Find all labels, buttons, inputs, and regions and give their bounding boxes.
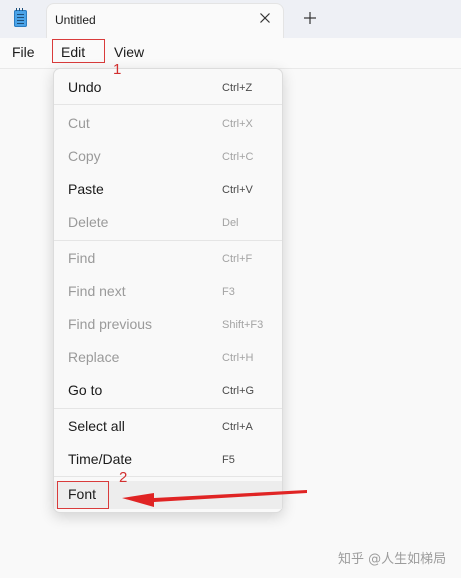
tab-strip: Untitled bbox=[0, 0, 461, 38]
menu-item-shortcut: Del bbox=[222, 217, 239, 229]
menu-item-shortcut: Ctrl+X bbox=[222, 118, 253, 130]
menu-item-label: Go to bbox=[68, 382, 103, 398]
menu-item-find-previous[interactable]: Find previous Shift+F3 bbox=[54, 311, 282, 339]
menu-separator bbox=[54, 240, 282, 241]
menu-item-delete[interactable]: Delete Del bbox=[54, 209, 282, 237]
menu-item-label: Find previous bbox=[68, 316, 153, 332]
menu-item-label: Find next bbox=[68, 283, 126, 299]
menu-item-go-to[interactable]: Go to Ctrl+G bbox=[54, 377, 282, 405]
menu-item-label: Select all bbox=[68, 418, 125, 434]
menu-item-shortcut: Ctrl+F bbox=[222, 253, 253, 265]
menu-separator bbox=[54, 476, 282, 477]
step-1-label: 1 bbox=[113, 61, 122, 78]
menu-item-label: Replace bbox=[68, 349, 120, 365]
menu-item-label: Cut bbox=[68, 115, 90, 131]
menu-item-shortcut: Ctrl+A bbox=[222, 421, 253, 433]
menu-item-label: Copy bbox=[68, 148, 101, 164]
menu-item-shortcut: Ctrl+C bbox=[222, 151, 254, 163]
menu-bar: File Edit View bbox=[0, 38, 461, 69]
menu-item-shortcut: Ctrl+H bbox=[222, 352, 254, 364]
menu-item-copy[interactable]: Copy Ctrl+C bbox=[54, 143, 282, 171]
menu-item-shortcut: Shift+F3 bbox=[222, 319, 264, 331]
menu-item-shortcut: Ctrl+Z bbox=[222, 82, 253, 94]
menu-item-paste[interactable]: Paste Ctrl+V bbox=[54, 176, 282, 204]
menu-item-label: Paste bbox=[68, 181, 104, 197]
menu-item-label: Delete bbox=[68, 214, 109, 230]
menu-item-label: Time/Date bbox=[68, 451, 133, 467]
menu-item-shortcut: F5 bbox=[222, 454, 235, 466]
menu-item-undo[interactable]: Undo Ctrl+Z bbox=[54, 74, 282, 102]
font-highlight-box bbox=[57, 481, 109, 509]
menu-item-label: Undo bbox=[68, 79, 102, 95]
menu-item-find-next[interactable]: Find next F3 bbox=[54, 278, 282, 306]
menu-item-cut[interactable]: Cut Ctrl+X bbox=[54, 110, 282, 138]
close-icon[interactable] bbox=[256, 9, 274, 27]
watermark: 知乎 @人生如梯局 bbox=[338, 552, 447, 567]
menu-item-replace[interactable]: Replace Ctrl+H bbox=[54, 344, 282, 372]
tab-untitled[interactable]: Untitled bbox=[47, 4, 283, 38]
menu-item-label: Find bbox=[68, 250, 96, 266]
menu-separator bbox=[54, 408, 282, 409]
annotation-arrow-icon bbox=[118, 478, 310, 512]
menu-item-shortcut: F3 bbox=[222, 286, 235, 298]
menu-separator bbox=[54, 104, 282, 105]
menu-item-shortcut: Ctrl+G bbox=[222, 385, 255, 397]
menu-file[interactable]: File bbox=[12, 44, 35, 60]
menu-item-time-date[interactable]: Time/Date F5 bbox=[54, 446, 282, 474]
plus-icon[interactable] bbox=[300, 8, 320, 28]
tab-title: Untitled bbox=[55, 13, 96, 27]
menu-item-shortcut: Ctrl+V bbox=[222, 184, 253, 196]
menu-item-find[interactable]: Find Ctrl+F bbox=[54, 245, 282, 273]
menu-item-select-all[interactable]: Select all Ctrl+A bbox=[54, 413, 282, 441]
edit-highlight-box bbox=[52, 39, 105, 63]
notepad-icon bbox=[14, 8, 27, 27]
menu-view[interactable]: View bbox=[114, 44, 144, 60]
edit-menu-dropdown: Undo Ctrl+Z Cut Ctrl+X Copy Ctrl+C Paste… bbox=[53, 68, 283, 513]
